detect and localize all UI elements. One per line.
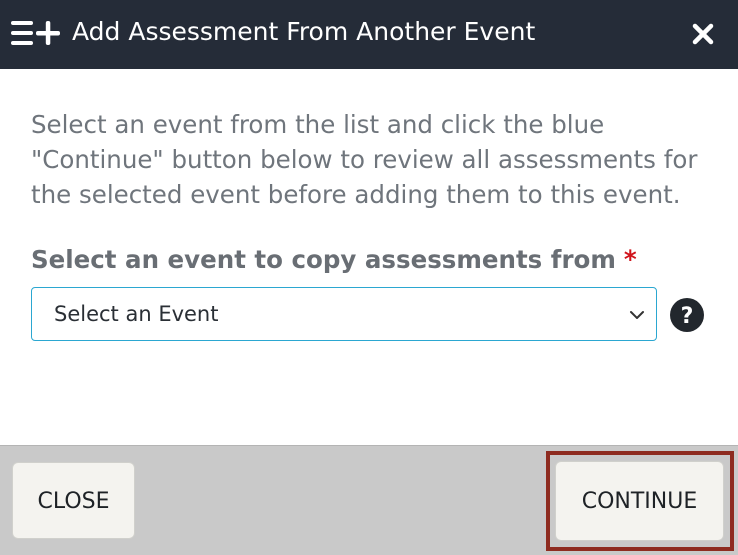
dialog-footer: CLOSE CONTINUE	[0, 445, 738, 555]
field-label-text: Select an event to copy assessments from	[31, 245, 616, 274]
field-label: Select an event to copy assessments from…	[31, 243, 637, 277]
close-icon[interactable]	[689, 20, 717, 48]
list-add-icon	[11, 21, 60, 45]
instructions-text: Select an event from the list and click …	[31, 110, 698, 209]
chevron-down-icon	[630, 311, 644, 319]
required-marker: *	[623, 245, 637, 274]
question-circle-icon[interactable]: ?	[669, 297, 705, 333]
svg-text:?: ?	[681, 304, 694, 329]
event-select-value: Select an Event	[54, 302, 219, 326]
continue-button[interactable]: CONTINUE	[555, 461, 724, 541]
dialog-body: Select an event from the list and click …	[0, 69, 738, 445]
dialog-header: Add Assessment From Another Event	[0, 0, 738, 69]
close-button[interactable]: CLOSE	[12, 462, 135, 539]
event-select[interactable]: Select an Event	[31, 287, 657, 341]
dialog-title: Add Assessment From Another Event	[72, 17, 536, 46]
